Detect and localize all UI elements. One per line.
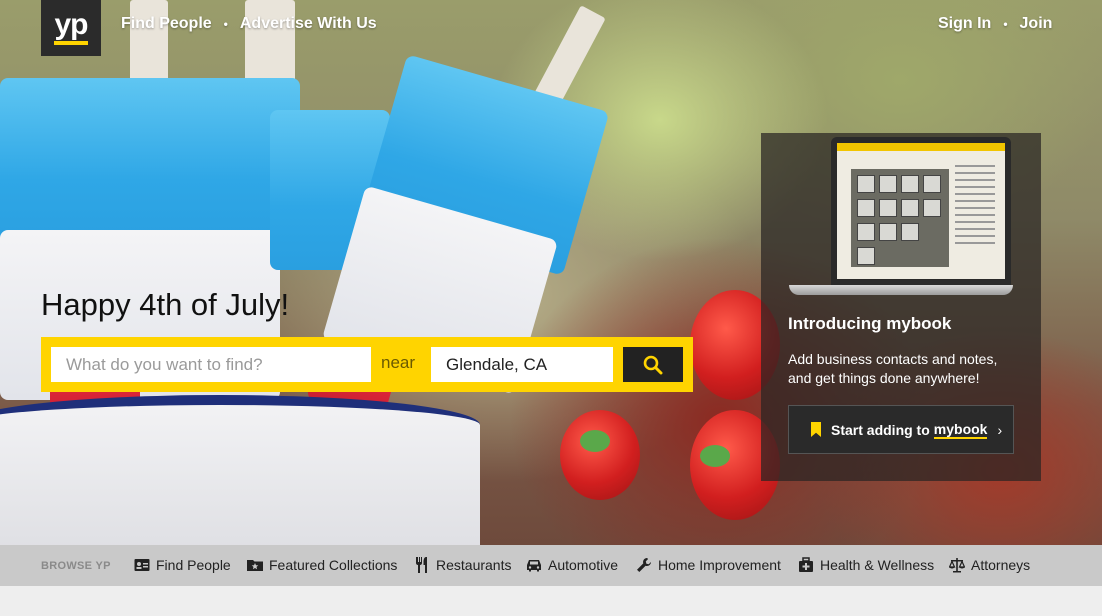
start-adding-mybook-button[interactable]: Start adding to mybook › xyxy=(788,405,1014,454)
logo-text: yp xyxy=(54,7,88,41)
cup xyxy=(0,395,480,545)
scales-icon xyxy=(949,557,965,573)
browse-label: BROWSE YP xyxy=(41,560,111,572)
car-icon xyxy=(526,557,542,573)
browse-item-featured-collections[interactable]: Featured Collections xyxy=(247,557,397,573)
id-card-icon xyxy=(134,557,150,573)
medical-kit-icon xyxy=(798,557,814,573)
browse-item-label: Attorneys xyxy=(971,557,1031,573)
near-label: near xyxy=(381,353,416,372)
nav-join[interactable]: Join xyxy=(1020,15,1053,33)
browse-item-restaurants[interactable]: Restaurants xyxy=(414,557,511,573)
promo-description: Add business contacts and notes, and get… xyxy=(788,351,998,386)
browse-item-automotive[interactable]: Automotive xyxy=(526,557,618,573)
strawberry-leaf xyxy=(580,430,610,452)
browse-item-label: Home Improvement xyxy=(658,557,781,573)
nav-advertise-with-us[interactable]: Advertise With Us xyxy=(240,15,377,33)
browse-bar: BROWSE YP Find People Featured Collectio… xyxy=(0,545,1102,586)
button-prefix: Start adding to xyxy=(831,421,930,438)
nav-sign-in[interactable]: Sign In xyxy=(938,15,991,33)
browse-item-label: Automotive xyxy=(548,557,619,573)
search-location-input[interactable] xyxy=(431,347,613,382)
hero-headline: Happy 4th of July! xyxy=(41,287,290,322)
strawberry xyxy=(560,410,640,500)
nav-separator: • xyxy=(1003,17,1008,31)
nav-separator: • xyxy=(223,17,228,31)
search-button[interactable] xyxy=(623,347,683,382)
browse-item-health-wellness[interactable]: Health & Wellness xyxy=(798,557,934,573)
logo-underline xyxy=(54,40,88,45)
browse-item-label: Find People xyxy=(156,557,231,573)
browse-item-attorneys[interactable]: Attorneys xyxy=(949,557,1030,573)
browse-item-home-improvement[interactable]: Home Improvement xyxy=(636,557,781,573)
nav-find-people[interactable]: Find People xyxy=(121,15,212,33)
search-bar: near xyxy=(41,337,693,392)
laptop-base xyxy=(789,285,1013,295)
browse-item-label: Restaurants xyxy=(436,557,512,573)
mybook-promo: Introducing mybook Add business contacts… xyxy=(761,133,1041,481)
chevron-right-icon: › xyxy=(997,421,1003,438)
bookmark-icon xyxy=(811,422,821,437)
wrench-icon xyxy=(636,557,652,573)
browse-item-label: Featured Collections xyxy=(269,557,398,573)
button-brand: mybook xyxy=(933,420,988,439)
strawberry-leaf xyxy=(700,445,730,467)
browse-item-find-people[interactable]: Find People xyxy=(134,557,231,573)
star-folder-icon xyxy=(247,557,263,573)
laptop-illustration xyxy=(831,137,1011,285)
search-icon xyxy=(643,355,663,374)
fork-knife-icon xyxy=(414,557,430,573)
topnav-left: Find People • Advertise With Us xyxy=(121,15,377,33)
yp-logo[interactable]: yp xyxy=(41,0,101,56)
topnav-right: Sign In • Join xyxy=(938,15,1052,33)
search-what-input[interactable] xyxy=(51,347,371,382)
browse-item-label: Health & Wellness xyxy=(820,557,935,573)
promo-title: Introducing mybook xyxy=(788,314,952,333)
popsicle xyxy=(0,78,300,248)
